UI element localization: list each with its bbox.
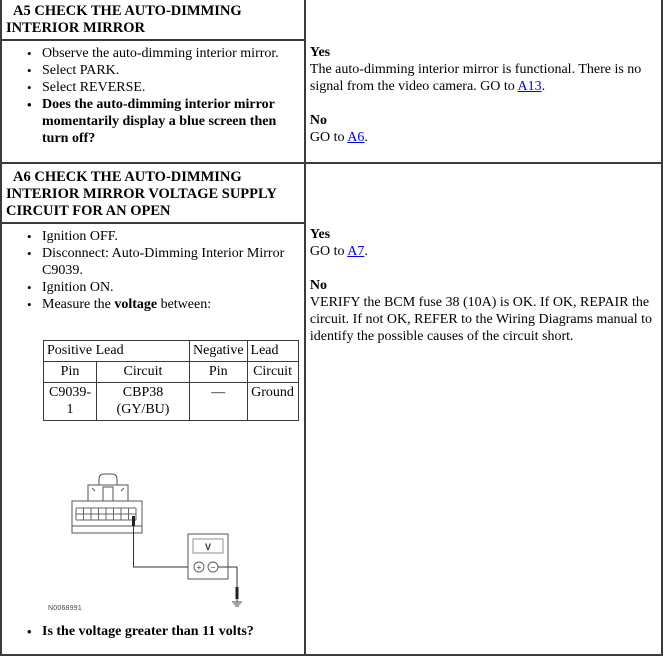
step-a6-no-label: No (309, 278, 328, 293)
step-a6-header-row: A6 CHECK THE AUTO-DIMMING INTERIOR MIRRO… (0, 162, 664, 656)
negative-pin-cell: — (189, 382, 248, 421)
step-a6-yes-body: GO to (309, 244, 348, 259)
period: . (364, 130, 368, 145)
action-item: Ignition OFF. (27, 228, 304, 245)
pin-line: 1 (66, 402, 74, 417)
step-a5-action-list: Observe the auto-dimming interior mirror… (2, 45, 304, 147)
action-item: Observe the auto-dimming interior mirror… (27, 45, 304, 62)
connector-icon (71, 473, 143, 534)
action-item: Ignition ON. (27, 279, 304, 296)
measurement-group-header-row: Positive Lead Negative Lead (43, 340, 299, 362)
action-item-measure: Measure the voltage between: (27, 296, 304, 313)
link-a13[interactable]: A13 (518, 79, 542, 94)
step-a5-header-row: A5 CHECK THE AUTO-DIMMING INTERIOR MIRRO… (0, 0, 664, 164)
step-a5-no-text: GO to A6. (310, 129, 657, 146)
step-a5-header-cell: A5 CHECK THE AUTO-DIMMING INTERIOR MIRRO… (0, 0, 306, 41)
column-header: Pin (189, 361, 248, 383)
lead-label: Lead (95, 343, 124, 358)
action-item: Select PARK. (27, 62, 304, 79)
measurement-row: C9039- 1 CBP38 (GY/BU) — Ground (43, 382, 299, 421)
column-header: Circuit (246, 361, 299, 383)
negative-circuit-cell: Ground (246, 382, 299, 421)
column-header: Pin (43, 361, 97, 383)
step-a6-no-text: VERIFY the BCM fuse 38 (10A) is OK. If O… (309, 295, 653, 344)
period: . (541, 79, 546, 94)
step-a6-title-line-1: A6 CHECK THE AUTO-DIMMING (13, 169, 242, 185)
circuit-line: CBP38 (122, 385, 164, 400)
step-a6-yes-text: GO to A7. (310, 243, 657, 260)
step-a5-title: A5 CHECK THE AUTO-DIMMING INTERIOR MIRRO… (2, 0, 304, 39)
step-a5-yes-body: The auto-dimming interior mirror is func… (309, 62, 642, 94)
step-a6-results: Yes GO to A7. No VERIFY the BCM fuse 38 … (306, 164, 661, 345)
voltage-measurement-figure: V + − N0068991 (36, 471, 276, 621)
positive-lead-header: Positive Lead (43, 340, 190, 362)
positive-circuit-cell: CBP38 (GY/BU) (96, 382, 190, 421)
wiring-diagram: V + − (71, 473, 242, 607)
action-item: Disconnect: Auto-Dimming Interior Mirror… (27, 245, 304, 279)
plus-terminal: + (197, 563, 202, 572)
step-a6-title-line-2: INTERIOR MIRROR VOLTAGE SUPPLY (6, 186, 277, 202)
step-a6-question-list: Is the voltage greater than 11 volts? (2, 623, 304, 640)
positive-label: Positive (47, 343, 93, 358)
negative-header: Negative (189, 340, 248, 362)
step-a5-actions-cell: Observe the auto-dimming interior mirror… (0, 39, 306, 164)
pin-line: C9039- (49, 385, 91, 400)
measure-suffix: between: (157, 297, 212, 312)
voltmeter-icon: V + − (187, 533, 229, 580)
step-a5-title-line-2: INTERIOR MIRROR (6, 20, 145, 36)
step-a5-results: Yes The auto-dimming interior mirror is … (306, 0, 661, 146)
circuit-line: (GY/BU) (116, 402, 170, 417)
probe-positive (132, 516, 135, 526)
step-a6-results-cell: Yes GO to A7. No VERIFY the BCM fuse 38 … (303, 162, 664, 656)
link-a6[interactable]: A6 (347, 130, 364, 145)
step-a5-question: Does the auto-dimming interior mirror mo… (27, 96, 304, 147)
link-a7[interactable]: A7 (347, 244, 364, 259)
step-a5-no-label: No (309, 113, 328, 128)
step-a5-yes-text: The auto-dimming interior mirror is func… (310, 61, 657, 95)
meter-label: V (205, 542, 211, 552)
step-a6-action-list: Ignition OFF. Disconnect: Auto-Dimming I… (2, 228, 304, 313)
step-a6-header-cell: A6 CHECK THE AUTO-DIMMING INTERIOR MIRRO… (0, 162, 306, 224)
step-a5-title-line-1: A5 CHECK THE AUTO-DIMMING (13, 3, 242, 19)
step-a5-yes-label: Yes (309, 45, 331, 60)
minus-terminal: − (211, 563, 216, 572)
step-a6-title-line-3: CIRCUIT FOR AN OPEN (6, 203, 171, 219)
column-header: Circuit (96, 361, 190, 383)
diagnostic-procedure-table: A5 CHECK THE AUTO-DIMMING INTERIOR MIRRO… (0, 0, 664, 656)
probe-negative (235, 587, 239, 599)
ground-icon (232, 599, 242, 607)
step-a5-results-cell: Yes The auto-dimming interior mirror is … (303, 0, 664, 164)
measurement-column-header-row: Pin Circuit Pin Circuit (43, 361, 299, 383)
measurement-table: Positive Lead Negative Lead Pin Circuit … (43, 340, 299, 421)
step-a6-actions-cell: Ignition OFF. Disconnect: Auto-Dimming I… (0, 222, 306, 656)
positive-pin-cell: C9039- 1 (43, 382, 97, 421)
step-a6-yes-label: Yes (309, 227, 331, 242)
figure-id: N0068991 (48, 605, 82, 612)
measure-prefix: Measure the (42, 297, 115, 312)
step-a6-title: A6 CHECK THE AUTO-DIMMING INTERIOR MIRRO… (2, 164, 304, 222)
negative-lead-header: Lead (246, 340, 299, 362)
period: . (364, 244, 368, 259)
measure-bold: voltage (114, 297, 158, 312)
action-item: Select REVERSE. (27, 79, 304, 96)
step-a6-question: Is the voltage greater than 11 volts? (27, 623, 304, 640)
step-a5-no-body: GO to (309, 130, 348, 145)
